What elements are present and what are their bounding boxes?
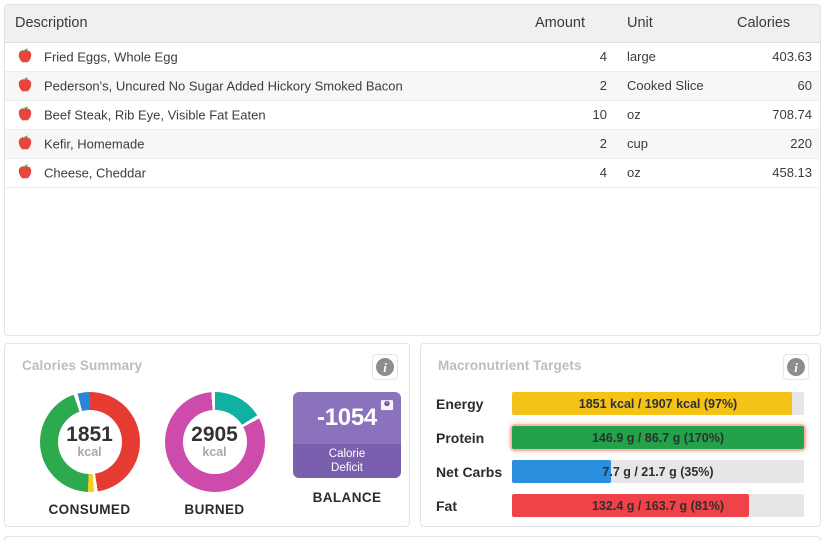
food-description-text: Cheese, Cheddar	[44, 165, 146, 180]
macronutrient-targets-panel: Macronutrient Targets i Energy 1851 kcal …	[420, 343, 821, 527]
burned-unit: kcal	[202, 444, 227, 459]
burned-donut-chart: 2905 kcal	[164, 392, 265, 492]
food-description-text: Fried Eggs, Whole Egg	[44, 49, 178, 64]
macronutrient-label: Net Carbs	[436, 463, 503, 480]
cell-unit[interactable]: Cooked Slice	[617, 71, 727, 101]
macronutrient-value-text: 132.4 g / 163.7 g (81%)	[591, 498, 724, 513]
info-icon: i	[376, 358, 394, 376]
cell-calories[interactable]: 458.13	[727, 158, 820, 188]
cell-calories[interactable]: 220	[727, 129, 820, 159]
cell-amount[interactable]: 10	[525, 100, 617, 130]
cell-amount[interactable]: 4	[525, 42, 617, 72]
consumed-widget[interactable]: 1851 kcal CONSUMED	[28, 392, 151, 517]
macronutrient-value-text: 7.7 g / 21.7 g (35%)	[602, 464, 714, 479]
macronutrient-row[interactable]: Fat 132.4 g / 163.7 g (81%)	[421, 490, 820, 521]
food-log-table: Description Amount Unit Calories Fried E…	[5, 5, 820, 188]
column-header-amount[interactable]: Amount	[525, 5, 617, 43]
cell-description[interactable]: Kefir, Homemade	[5, 129, 525, 159]
consumed-donut-chart: 1851 kcal	[39, 392, 140, 492]
info-icon: i	[787, 358, 805, 376]
table-row[interactable]: Beef Steak, Rib Eye, Visible Fat Eaten 10…	[5, 100, 820, 130]
cell-calories[interactable]: 708.74	[727, 100, 820, 130]
apple-icon	[15, 134, 35, 152]
burned-value: 2905	[191, 422, 238, 446]
balance-card[interactable]: -1054 Calorie Deficit	[293, 392, 401, 478]
consumed-value: 1851	[66, 422, 113, 446]
burned-widget[interactable]: 2905 kcal BURNED	[153, 392, 276, 517]
food-table-body: Fried Eggs, Whole Egg 4 large 403.63 Pederso…	[5, 42, 820, 188]
balance-card-top: -1054	[293, 392, 401, 444]
cell-unit[interactable]: cup	[617, 129, 727, 159]
consumed-donut-center: 1851 kcal	[57, 410, 122, 474]
macronutrient-progress-track[interactable]: 132.4 g / 163.7 g (81%)	[512, 494, 804, 517]
macronutrient-value-text: 1851 kcal / 1907 kcal (97%)	[578, 396, 738, 411]
calories-summary-panel: Calories Summary i 1851 kcal CONSUMED 29…	[4, 343, 410, 527]
cell-unit[interactable]: large	[617, 42, 727, 72]
food-log-panel: Description Amount Unit Calories Fried E…	[4, 4, 821, 336]
food-description-text: Beef Steak, Rib Eye, Visible Fat Eaten	[44, 107, 266, 122]
calories-summary-title: Calories Summary	[22, 358, 143, 373]
cell-unit[interactable]: oz	[617, 100, 727, 130]
macronutrient-label: Fat	[436, 497, 457, 514]
food-table-header: Description Amount Unit Calories	[5, 5, 820, 43]
scale-icon	[380, 400, 394, 411]
balance-caption-line2: Deficit	[331, 462, 363, 474]
macronutrient-progress-track[interactable]: 146.9 g / 86.7 g (170%)	[512, 426, 804, 449]
balance-caption-line1: Calorie	[328, 447, 366, 460]
burned-donut-center: 2905 kcal	[182, 410, 247, 474]
macronutrient-label: Energy	[436, 395, 484, 412]
food-description-text: Pederson's, Uncured No Sugar Added Hicko…	[44, 78, 403, 93]
cell-amount[interactable]: 4	[525, 158, 617, 188]
apple-icon	[15, 105, 35, 123]
macronutrient-targets-info-button[interactable]: i	[783, 354, 809, 380]
balance-card-bottom: Calorie Deficit	[293, 444, 401, 478]
cell-unit[interactable]: oz	[617, 158, 727, 188]
calories-donut-row: 1851 kcal CONSUMED 2905 kcal BURNED -105…	[5, 384, 409, 524]
macronutrient-label: Protein	[436, 429, 485, 446]
macronutrient-value-text: 146.9 g / 86.7 g (170%)	[591, 430, 724, 445]
calories-summary-info-button[interactable]: i	[372, 354, 398, 380]
macronutrient-row[interactable]: Energy 1851 kcal / 1907 kcal (97%)	[421, 388, 820, 419]
macronutrient-row[interactable]: Net Carbs 7.7 g / 21.7 g (35%)	[421, 456, 820, 487]
cell-description[interactable]: Cheese, Cheddar	[5, 158, 525, 188]
balance-label: BALANCE	[312, 490, 382, 505]
cell-description[interactable]: Beef Steak, Rib Eye, Visible Fat Eaten	[5, 100, 525, 130]
macronutrient-targets-title: Macronutrient Targets	[438, 358, 582, 373]
macronutrient-progress-track[interactable]: 7.7 g / 21.7 g (35%)	[512, 460, 804, 483]
next-panel-edge	[4, 536, 821, 541]
nutrition-dashboard: Description Amount Unit Calories Fried E…	[0, 0, 825, 541]
table-row[interactable]: Kefir, Homemade 2 cup 220	[5, 129, 820, 159]
balance-value: -1054	[317, 404, 377, 431]
apple-icon	[15, 76, 35, 94]
apple-icon	[15, 47, 35, 65]
balance-widget[interactable]: -1054 Calorie Deficit BALANCE	[293, 392, 401, 505]
cell-calories[interactable]: 60	[727, 71, 820, 101]
consumed-unit: kcal	[77, 444, 102, 459]
table-row[interactable]: Fried Eggs, Whole Egg 4 large 403.63	[5, 42, 820, 72]
macronutrient-row[interactable]: Protein 146.9 g / 86.7 g (170%)	[421, 422, 820, 453]
macronutrient-progress-track[interactable]: 1851 kcal / 1907 kcal (97%)	[512, 392, 804, 415]
cell-description[interactable]: Fried Eggs, Whole Egg	[5, 42, 525, 72]
table-header-row: Description Amount Unit Calories	[5, 5, 820, 43]
column-header-calories[interactable]: Calories	[727, 5, 820, 43]
cell-amount[interactable]: 2	[525, 129, 617, 159]
cell-calories[interactable]: 403.63	[727, 42, 820, 72]
column-header-description[interactable]: Description	[5, 5, 525, 43]
burned-label: BURNED	[184, 502, 245, 517]
apple-icon	[15, 163, 35, 181]
column-header-unit[interactable]: Unit	[617, 5, 727, 43]
cell-description[interactable]: Pederson's, Uncured No Sugar Added Hicko…	[5, 71, 525, 101]
table-row[interactable]: Pederson's, Uncured No Sugar Added Hicko…	[5, 71, 820, 101]
consumed-label: CONSUMED	[48, 502, 131, 517]
food-description-text: Kefir, Homemade	[44, 136, 145, 151]
cell-amount[interactable]: 2	[525, 71, 617, 101]
table-row[interactable]: Cheese, Cheddar 4 oz 458.13	[5, 158, 820, 188]
macronutrient-bar-list: Energy 1851 kcal / 1907 kcal (97%) Protein…	[421, 388, 820, 524]
